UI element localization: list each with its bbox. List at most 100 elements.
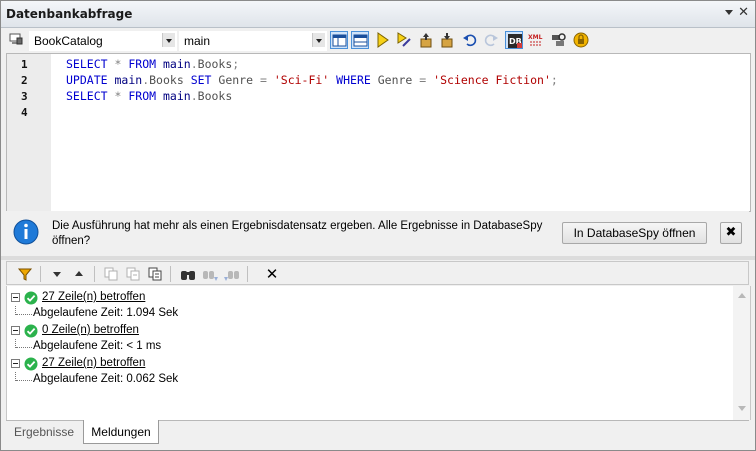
sql-token: main [163, 57, 191, 71]
sql-token: ; [550, 73, 558, 87]
options-icon [552, 33, 566, 46]
messages-panel[interactable]: 27 Zeile(n) betroffen Abgelaufene Zeit: … [6, 286, 751, 420]
tree-connector [16, 314, 32, 316]
sql-token: ; [232, 57, 240, 71]
title-bar: Datenbankabfrage ✕ [1, 1, 755, 28]
chevron-down-icon[interactable] [162, 33, 175, 47]
sql-token: SET [190, 73, 212, 87]
autocommit-icon [573, 32, 589, 48]
find-button[interactable] [179, 265, 197, 283]
binoculars-icon [181, 271, 195, 280]
tree-connector [16, 380, 32, 382]
undo-button[interactable] [461, 31, 479, 49]
tree-connector [16, 347, 32, 349]
svg-text:XML: XML [528, 34, 543, 41]
database-query-window: Datenbankabfrage ✕ BookCatalog main DB X… [0, 0, 756, 451]
infobar-close-button[interactable]: ✖ [720, 222, 742, 244]
line-number: 3 [21, 90, 28, 103]
message-summary-link[interactable]: 27 Zeile(n) betroffen [42, 291, 145, 303]
code-line-2: UPDATE main.Books SET Genre = 'Sci-Fi' W… [66, 73, 558, 87]
toolbar-separator [170, 266, 171, 282]
open-in-databasespy-button[interactable]: DB [505, 31, 523, 49]
panel-splitter[interactable] [1, 256, 755, 260]
find-next-icon [203, 271, 218, 281]
collapse-icon[interactable] [11, 326, 20, 335]
sql-editor[interactable]: 1 2 3 4 SELECT * FROM main.Books; UPDATE… [6, 53, 751, 212]
execute-for-edit-button[interactable] [395, 31, 413, 49]
sql-token: 'Science Fiction' [433, 73, 551, 87]
info-icon [13, 219, 39, 245]
message-summary-link[interactable]: 27 Zeile(n) betroffen [42, 357, 145, 369]
vertical-scrollbar[interactable] [733, 286, 750, 420]
copy-icon [104, 267, 118, 281]
window-menu-dropdown-icon[interactable] [725, 10, 733, 15]
layout-editor-button[interactable] [330, 31, 348, 49]
tab-meldungen[interactable]: Meldungen [83, 420, 159, 444]
undo-icon [463, 34, 477, 47]
line-number-gutter: 1 2 3 4 [7, 54, 51, 211]
sql-token: Genre [218, 73, 254, 87]
copy-all-icon [148, 267, 162, 281]
sql-token: . [190, 89, 198, 103]
previous-message-button[interactable] [70, 265, 88, 283]
chevron-down-icon [53, 272, 61, 277]
window-close-icon[interactable]: ✕ [738, 5, 749, 21]
multiple-results-infobar: Die Ausführung hat mehr als einen Ergebn… [6, 211, 749, 253]
sql-token: = [259, 73, 267, 87]
toolbar-separator [40, 266, 41, 282]
sql-token: . [190, 57, 198, 71]
next-message-button[interactable] [48, 265, 66, 283]
autocommit-button[interactable] [572, 31, 590, 49]
redo-icon [484, 34, 498, 47]
collapse-icon[interactable] [11, 359, 20, 368]
tab-ergebnisse[interactable]: Ergebnisse [8, 421, 80, 443]
line-number: 1 [21, 58, 28, 71]
filter-icon [17, 268, 33, 281]
schema-select[interactable]: main [179, 31, 327, 51]
toolbar-separator [247, 266, 248, 282]
import-file-button[interactable] [417, 31, 435, 49]
connection-select[interactable]: BookCatalog [29, 31, 177, 51]
options-button[interactable] [550, 31, 568, 49]
redo-button[interactable] [482, 31, 500, 49]
filter-button[interactable] [16, 265, 34, 283]
sql-token: 'Sci-Fi' [273, 73, 330, 87]
code-line-1: SELECT * FROM main.Books; [66, 57, 239, 71]
chevron-down-icon[interactable] [312, 33, 325, 47]
copy-with-children-button[interactable] [124, 265, 142, 283]
open-in-databasespy-button[interactable]: In DatabaseSpy öffnen [562, 222, 707, 244]
copy-all-button[interactable] [146, 265, 164, 283]
connection-select-value: BookCatalog [34, 34, 103, 48]
results-tab-strip: Ergebnisse Meldungen [6, 420, 749, 445]
message-summary-link[interactable]: 0 Zeile(n) betroffen [42, 324, 139, 336]
xml-schema-button[interactable]: XML [527, 31, 545, 49]
success-check-icon [24, 357, 38, 371]
copy-children-icon [126, 267, 140, 281]
connection-icon [9, 33, 23, 45]
copy-message-button[interactable] [102, 265, 120, 283]
layout-editor-icon [332, 34, 347, 47]
sql-token: SELECT [66, 57, 108, 71]
toolbar-separator [94, 266, 95, 282]
scroll-up-icon[interactable] [738, 293, 746, 298]
export-file-icon [441, 33, 453, 48]
sql-token: main [163, 89, 191, 103]
scroll-down-icon[interactable] [738, 406, 746, 411]
success-check-icon [24, 291, 38, 305]
elapsed-time-text: Abgelaufene Zeit: 1.094 Sek [33, 307, 179, 319]
sql-token: FROM [128, 57, 157, 71]
export-file-button[interactable] [438, 31, 456, 49]
find-previous-button[interactable] [223, 265, 241, 283]
execute-icon [377, 32, 389, 48]
find-next-button[interactable] [201, 265, 219, 283]
collapse-icon[interactable] [11, 293, 20, 302]
clear-messages-button[interactable]: ✕ [263, 265, 281, 283]
find-previous-icon [224, 271, 239, 281]
layout-results-icon [353, 34, 368, 47]
layout-results-button[interactable] [351, 31, 369, 49]
execute-button[interactable] [374, 31, 392, 49]
